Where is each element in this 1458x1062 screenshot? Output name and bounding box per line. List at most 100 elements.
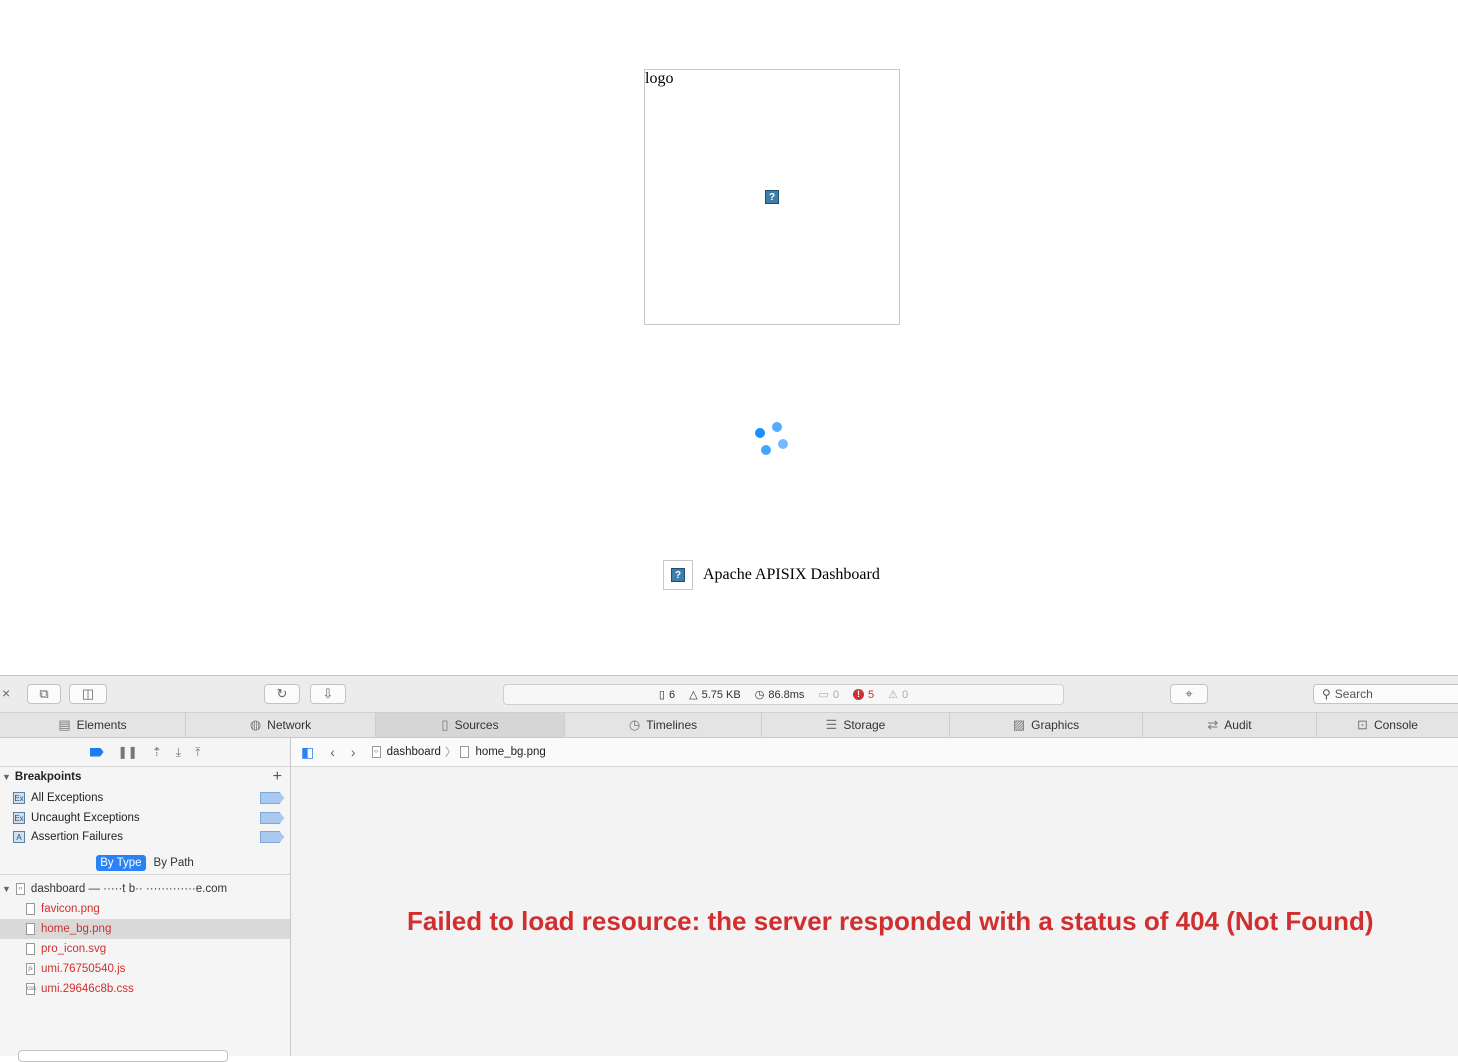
tab-timelines[interactable]: ◷ Timelines <box>565 713 762 737</box>
breakpoint-label: Assertion Failures <box>31 831 124 843</box>
breakpoint-flag-icon[interactable] <box>260 812 284 824</box>
image-file-icon <box>26 943 35 955</box>
broken-image-icon: ? <box>671 568 685 582</box>
tab-network[interactable]: ◍ Network <box>186 713 376 737</box>
add-breakpoint-icon[interactable]: + <box>273 768 282 786</box>
breakpoint-flag-icon[interactable] <box>260 831 284 843</box>
toggle-sidebar-icon[interactable]: ◧ <box>301 744 314 761</box>
inspect-element-button[interactable]: ⌖ <box>1170 684 1208 704</box>
file-item-favicon[interactable]: favicon.png <box>0 899 290 919</box>
file-name: umi.29646c8b.css <box>41 983 134 995</box>
breadcrumb-root[interactable]: dashboard <box>387 746 441 758</box>
tab-label: Network <box>267 718 312 732</box>
tab-audit[interactable]: ⇄ Audit <box>1143 713 1317 737</box>
activity-status-bar[interactable]: ▯ 6 △ 5.75 KB ◷ 86.8ms ▭ 0 ! 5 ⚠ 0 <box>503 684 1064 705</box>
sources-sidebar: ❚❚ ⇡ ⤓ ⤒ ▼ Breakpoints + Ex All Exceptio… <box>0 738 291 1062</box>
spinner-dot <box>755 428 765 438</box>
stylesheet-file-icon: css <box>26 983 36 995</box>
breakpoints-section-header[interactable]: ▼ Breakpoints + <box>0 768 290 786</box>
tab-label: Sources <box>454 718 499 732</box>
download-icon: ⇩ <box>322 686 334 701</box>
error-icon: ! <box>852 689 864 700</box>
file-item-umi-css[interactable]: css umi.29646c8b.css <box>0 979 290 999</box>
errors-count[interactable]: ! 5 <box>852 688 875 701</box>
undock-button[interactable]: ⧉ <box>27 684 61 704</box>
search-placeholder: Search <box>1334 687 1373 701</box>
logo-alt-text: logo <box>645 70 674 87</box>
file-item-umi-js[interactable]: js umi.76750540.js <box>0 959 290 979</box>
group-by-type-button[interactable]: By Type <box>96 855 146 871</box>
download-button[interactable]: ⇩ <box>310 684 346 704</box>
step-out-icon[interactable]: ⤒ <box>195 745 200 760</box>
warning-icon: ⚠ <box>888 689 898 701</box>
reload-icon: ↻ <box>276 686 288 701</box>
reload-button[interactable]: ↻ <box>264 684 300 704</box>
script-file-icon: js <box>26 963 35 975</box>
web-inspector: × ⧉ ◫ ↻ ⇩ ▯ 6 △ 5.75 KB ◷ 86.8ms ▭ 0 ! 5… <box>0 675 1458 1062</box>
file-item-pro-icon[interactable]: pro_icon.svg <box>0 939 290 959</box>
sources-icon: ▯ <box>441 717 449 732</box>
load-error-message: Failed to load resource: the server resp… <box>407 906 1374 936</box>
tab-graphics[interactable]: ▨ Graphics <box>950 713 1143 737</box>
document-icon: ‹› <box>371 746 381 758</box>
brand-logo-broken: ? <box>663 560 693 590</box>
tab-label: Elements <box>76 718 127 732</box>
tab-label: Storage <box>843 718 886 732</box>
breadcrumb-file[interactable]: home_bg.png <box>475 746 545 758</box>
group-by-control: By Type By Path <box>0 852 290 875</box>
back-icon[interactable]: ‹ <box>330 744 335 760</box>
broken-image-icon: ? <box>765 190 779 204</box>
search-input[interactable]: ⚲ Search <box>1313 684 1458 704</box>
forward-icon[interactable]: › <box>351 744 356 760</box>
resources-count[interactable]: ▯ 6 <box>658 688 675 702</box>
tab-console[interactable]: ⊡ Console <box>1317 713 1458 737</box>
sources-content: ◧ ‹ › ‹› dashboard 〉 home_bg.png Failed … <box>291 738 1458 1056</box>
log-icon: ▭ <box>818 689 829 701</box>
assertion-icon: A <box>13 831 25 843</box>
spinner-dot <box>778 439 788 449</box>
tab-label: Graphics <box>1031 718 1080 732</box>
errors-count-value: 5 <box>867 688 875 701</box>
file-item-home-bg[interactable]: home_bg.png <box>0 919 290 939</box>
breakpoint-label: All Exceptions <box>31 792 104 804</box>
breakpoint-assertion-failures[interactable]: A Assertion Failures <box>0 828 290 846</box>
search-icon: ⚲ <box>1322 687 1331 701</box>
logs-count[interactable]: ▭ 0 <box>818 688 839 702</box>
load-time[interactable]: ◷ 86.8ms <box>755 688 805 702</box>
network-icon: ◍ <box>249 717 262 732</box>
audit-icon: ⇄ <box>1207 717 1219 732</box>
image-file-icon <box>26 923 35 935</box>
resources-size[interactable]: △ 5.75 KB <box>689 688 741 702</box>
tab-elements[interactable]: ▤ Elements <box>0 713 186 737</box>
brand-title: Apache APISIX Dashboard <box>703 566 880 583</box>
file-name: home_bg.png <box>41 923 112 935</box>
disclosure-triangle-icon[interactable]: ▼ <box>2 772 11 782</box>
resources-size-value: 5.75 KB <box>701 688 741 701</box>
breadcrumb-separator-icon: 〉 <box>444 747 457 759</box>
step-over-icon[interactable]: ⇡ <box>152 745 162 759</box>
resource-tree-root[interactable]: ▼ ‹› dashboard — ·····t b·· ············… <box>0 879 290 899</box>
step-into-icon[interactable]: ⤓ <box>176 745 181 760</box>
breakpoints-toggle-icon[interactable] <box>89 747 104 757</box>
disclosure-triangle-icon[interactable]: ▼ <box>2 884 11 894</box>
tab-storage[interactable]: ☰ Storage <box>762 713 950 737</box>
group-by-path-button[interactable]: By Path <box>154 857 194 869</box>
document-icon: ▯ <box>658 689 665 701</box>
warnings-count[interactable]: ⚠ 0 <box>888 688 908 702</box>
console-icon: ⊡ <box>1357 717 1368 732</box>
logs-count-value: 0 <box>832 688 839 701</box>
document-icon: ‹› <box>15 883 25 895</box>
inspector-tab-bar: ▤ Elements ◍ Network ▯ Sources ◷ Timelin… <box>0 713 1458 738</box>
tab-sources[interactable]: ▯ Sources <box>376 713 565 737</box>
load-time-value: 86.8ms <box>768 688 805 701</box>
content-navigation-bar: ◧ ‹ › ‹› dashboard 〉 home_bg.png <box>291 738 1458 767</box>
dock-side-button[interactable]: ◫ <box>69 684 107 704</box>
breakpoint-label: Uncaught Exceptions <box>31 812 140 824</box>
breakpoint-uncaught-exceptions[interactable]: Ex Uncaught Exceptions <box>0 808 290 828</box>
pause-icon[interactable]: ❚❚ <box>118 745 138 759</box>
sidebar-filter-input[interactable] <box>18 1050 228 1062</box>
file-name: favicon.png <box>41 903 100 915</box>
breakpoint-flag-icon[interactable] <box>260 792 284 804</box>
breakpoint-all-exceptions[interactable]: Ex All Exceptions <box>0 788 290 808</box>
close-icon[interactable]: × <box>2 685 10 701</box>
